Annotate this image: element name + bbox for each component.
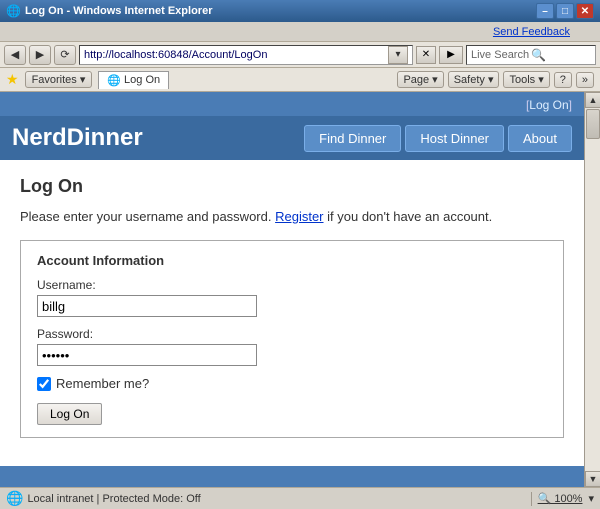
username-field-group: Username: <box>37 278 547 317</box>
scrollbar: ▲ ▼ <box>584 92 600 487</box>
scroll-up-button[interactable]: ▲ <box>585 92 600 108</box>
favorites-star-icon: ★ <box>6 71 19 88</box>
tools-menu-button[interactable]: Tools ▾ <box>503 71 549 88</box>
intro-text: Please enter your username and password.… <box>20 209 564 224</box>
page-header-bar: [ Log On ] <box>0 92 584 116</box>
tab-icon: 🌐 <box>107 74 121 87</box>
favorites-bar: ★ Favorites ▾ 🌐 Log On Page ▾ Safety ▾ T… <box>0 68 600 92</box>
maximize-button[interactable]: □ <box>556 3 574 19</box>
username-label: Username: <box>37 278 547 292</box>
password-field-group: Password: <box>37 327 547 366</box>
main-content: Log On Please enter your username and pa… <box>0 160 584 466</box>
back-button[interactable]: ◀ <box>4 45 26 65</box>
send-feedback-link[interactable]: Send Feedback <box>493 26 570 38</box>
safety-menu-button[interactable]: Safety ▾ <box>448 71 500 88</box>
refresh-button[interactable]: ⟳ <box>54 45 76 65</box>
intro-suffix: if you don't have an account. <box>327 209 492 224</box>
host-dinner-nav-button[interactable]: Host Dinner <box>405 125 504 152</box>
live-search-label: Live Search <box>471 49 529 61</box>
scroll-track[interactable] <box>585 108 600 471</box>
site-title: NerdDinner <box>12 124 143 152</box>
go-button[interactable]: ▶ <box>439 46 463 64</box>
page-title: Log On <box>20 176 564 197</box>
header-log-on-link[interactable]: Log On <box>529 98 568 112</box>
remember-me-row: Remember me? <box>37 376 547 391</box>
register-link[interactable]: Register <box>275 209 323 224</box>
status-zone-text: Local intranet | Protected Mode: Off <box>27 493 200 505</box>
password-label: Password: <box>37 327 547 341</box>
intro-prefix: Please enter your username and password. <box>20 209 275 224</box>
password-input[interactable] <box>37 344 257 366</box>
status-bar: 🌐 Local intranet | Protected Mode: Off 🔍… <box>0 487 600 509</box>
page-content: [ Log On ] NerdDinner Find Dinner Host D… <box>0 92 584 487</box>
help-button[interactable]: ? <box>554 72 572 88</box>
minimize-button[interactable]: – <box>536 3 554 19</box>
account-legend: Account Information <box>37 253 547 268</box>
site-header: NerdDinner Find Dinner Host Dinner About <box>0 116 584 160</box>
bracket-close: ] <box>569 98 572 112</box>
search-icon[interactable]: 🔍 <box>531 48 546 62</box>
page-menu-button[interactable]: Page ▾ <box>397 71 443 88</box>
nav-buttons: Find Dinner Host Dinner About <box>304 125 572 152</box>
about-nav-button[interactable]: About <box>508 125 572 152</box>
account-info-box: Account Information Username: Password: … <box>20 240 564 438</box>
stop-button[interactable]: ✕ <box>416 46 436 64</box>
log-on-submit-button[interactable]: Log On <box>37 403 102 425</box>
ie-icon: 🌐 <box>6 4 21 18</box>
title-bar: 🌐 Log On - Windows Internet Explorer – □… <box>0 0 600 22</box>
safety-label: Safety ▾ <box>454 73 494 86</box>
tools-label: Tools ▾ <box>509 73 543 86</box>
tab-label: Log On <box>124 74 160 86</box>
favorites-label: Favorites <box>32 74 77 86</box>
address-bar: ◀ ▶ ⟳ http://localhost:60848/Account/Log… <box>0 42 600 68</box>
address-dropdown-button[interactable]: ▾ <box>388 46 408 64</box>
favorites-button[interactable]: Favorites ▾ <box>25 71 93 88</box>
url-text: http://localhost:60848/Account/LogOn <box>84 49 388 61</box>
find-dinner-nav-button[interactable]: Find Dinner <box>304 125 401 152</box>
browser-viewport: [ Log On ] NerdDinner Find Dinner Host D… <box>0 92 600 487</box>
status-globe-icon: 🌐 <box>6 490 23 507</box>
status-divider <box>531 492 532 506</box>
zoom-button[interactable]: 🔍 100% <box>538 492 583 505</box>
current-tab[interactable]: 🌐 Log On <box>98 71 169 89</box>
forward-button[interactable]: ▶ <box>29 45 51 65</box>
scroll-down-button[interactable]: ▼ <box>585 471 600 487</box>
extend-button[interactable]: » <box>576 72 594 88</box>
address-field[interactable]: http://localhost:60848/Account/LogOn ▾ <box>79 45 413 65</box>
close-button[interactable]: ✕ <box>576 3 594 19</box>
zoom-dropdown-icon[interactable]: ▾ <box>588 492 594 505</box>
remember-me-checkbox[interactable] <box>37 377 51 391</box>
help-label: ? <box>560 74 566 86</box>
live-search-box[interactable]: Live Search 🔍 <box>466 45 596 65</box>
page-label: Page ▾ <box>403 73 437 86</box>
remember-me-label: Remember me? <box>56 376 149 391</box>
scroll-thumb[interactable] <box>586 109 600 139</box>
feedback-bar: Send Feedback <box>0 22 600 42</box>
username-input[interactable] <box>37 295 257 317</box>
window-title: Log On - Windows Internet Explorer <box>25 5 213 17</box>
favorites-dropdown-icon: ▾ <box>80 73 86 86</box>
